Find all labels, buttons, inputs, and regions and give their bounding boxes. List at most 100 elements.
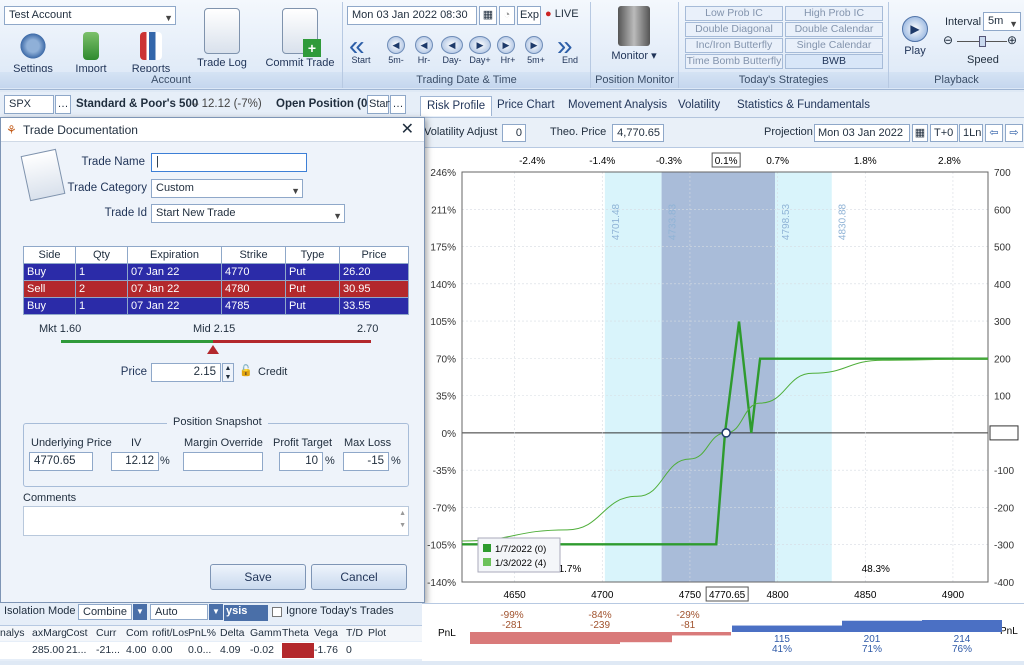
ignore-checkbox[interactable] [272,607,282,617]
calendar-icon[interactable]: ▦ [479,6,497,25]
interval-select[interactable]: 5m ▼ [983,12,1021,31]
t0-button[interactable]: T+0 [930,124,958,142]
projection-date-field[interactable]: Mon 03 Jan 2022 [814,124,910,142]
calendar-icon[interactable]: ▦ [912,124,928,142]
forward-hr-icon[interactable]: ▶ [497,36,515,54]
commit-trade-button[interactable]: + Commit Trade [262,8,338,69]
arrow-left-icon[interactable]: ⇦ [985,124,1003,142]
tab-movement-analysis[interactable]: Movement Analysis [562,96,673,116]
symbol-lookup-button[interactable]: … [55,95,71,114]
open-position-menu-button[interactable]: … [390,95,406,114]
col-type: Type [285,246,340,264]
theo-price-input[interactable]: 4,770.65 [612,124,664,142]
profit-target-input[interactable]: 10 [279,452,323,471]
auto-select[interactable]: Auto [150,604,208,620]
strategy-double-diagonal[interactable]: Double Diagonal [685,22,783,37]
trade-log-button[interactable]: Trade Log [190,8,254,69]
top-pct-tick: 1.8% [854,156,877,167]
col-strike: Strike [221,246,286,264]
back-hr-icon[interactable]: ◀ [415,36,433,54]
exp-button[interactable]: Exp [517,6,541,25]
monitor-button[interactable]: Monitor ▾ [601,6,667,62]
table-row[interactable]: Buy 1 07 Jan 22 4770 Put 26.20 [23,263,409,281]
volatility-adjust-input[interactable]: 0 [502,124,526,142]
iv-input[interactable]: 12.12 [111,452,159,471]
table-row[interactable]: Sell 2 07 Jan 22 4780 Put 30.95 [23,280,409,298]
tab-risk-profile[interactable]: Risk Profile [420,96,493,116]
speed-thumb[interactable] [979,36,986,47]
strategy-single-calendar[interactable]: Single Calendar [785,38,883,53]
cell-qty: 1 [75,263,128,281]
trade-name-input[interactable]: | [151,153,307,172]
nav-end: End [561,55,578,65]
trade-id-select[interactable]: Start New Trade ▼ [151,204,345,223]
start-select[interactable]: Start [367,95,392,114]
y-left-tick: 0% [442,429,457,440]
strategy-iron-butterfly[interactable]: Inc/Iron Butterfly [685,38,783,53]
y-left-tick: 105% [430,317,456,328]
price-slider[interactable] [61,339,371,354]
cell-price: 26.20 [339,263,409,281]
strategy-double-calendar[interactable]: Double Calendar [785,22,883,37]
cell-side: Buy [23,263,76,281]
strategy-high-prob-ic[interactable]: High Prob IC [785,6,883,21]
one-line-button[interactable]: 1Ln [959,124,983,142]
price-spinner[interactable]: ▲ ▼ [222,363,234,382]
commit-trade-label: Commit Trade [265,57,335,69]
top-pct-tick: 0.7% [766,156,789,167]
back-day-icon[interactable]: ◀ [441,36,463,54]
trading-date-group-title: Trading Date & Time [343,72,590,88]
slider-marker-icon[interactable] [207,345,219,354]
combine-select[interactable]: Combine [78,604,132,620]
live-button[interactable]: ● LIVE [545,8,579,20]
trading-date-field[interactable]: Mon 03 Jan 2022 08:30 [347,6,477,25]
y-left-tick: 70% [436,354,456,365]
chevron-down-icon[interactable]: ▼ [133,604,147,620]
forward-day-icon[interactable]: ▶ [469,36,491,54]
settings-button[interactable]: Settings [8,32,58,75]
play-button[interactable]: ▶ Play [897,16,933,57]
lock-icon[interactable]: 🔓 [239,364,253,377]
cancel-button[interactable]: Cancel [311,564,407,590]
chevron-down-icon[interactable]: ▼ [209,604,223,620]
table-row[interactable]: Buy 1 07 Jan 22 4785 Put 33.55 [23,297,409,315]
underlying-price-input[interactable]: 4770.65 [29,452,93,471]
strategy-time-bomb-butterfly[interactable]: Time Bomb Butterfly [685,54,783,69]
interval-value: 5m [988,15,1004,27]
margin-override-input[interactable] [183,452,263,471]
pnl-neg-val: -81 [681,620,696,631]
speed-slider[interactable]: ⊖ ⊕ [943,33,1021,48]
tab-price-chart[interactable]: Price Chart [491,96,561,116]
analysis-tab[interactable]: ysis [224,605,268,621]
cell-side: Buy [23,297,76,315]
analysis-col-header: Theta [282,627,309,639]
strategy-low-prob-ic[interactable]: Low Prob IC [685,6,783,21]
legend-label-expiration: 1/7/2022 (0) [495,544,546,555]
symbol-field[interactable]: SPX [4,95,54,114]
cell-expiration: 07 Jan 22 [127,280,222,298]
back-5m-icon[interactable]: ◀ [387,36,405,54]
price-input[interactable]: 2.15 [151,363,221,382]
account-select[interactable]: Test Account ▼ [4,6,176,25]
position-monitor-group: Monitor ▾ Position Monitor [591,2,679,88]
risk-profile-chart[interactable]: 4701.48 4733.83 4798.53 4830.88246% 700211% 6… [422,148,1024,608]
trade-category-select[interactable]: Custom ▼ [151,179,303,198]
strategy-bwb[interactable]: BWB [785,54,883,69]
tab-volatility[interactable]: Volatility [672,96,726,116]
clock-icon[interactable]: ◔ [499,6,515,25]
dialog-title-bar: ⚘ Trade Documentation ✕ [1,118,424,142]
import-button[interactable]: Import [68,32,114,75]
save-button[interactable]: Save [210,564,306,590]
position-snapshot-title: Position Snapshot [167,416,268,428]
forward-5m-icon[interactable]: ▶ [525,36,543,54]
underlying-price-label: Underlying Price [31,437,112,449]
close-icon[interactable]: ✕ [401,118,414,142]
tab-statistics-fundamentals[interactable]: Statistics & Fundamentals [731,96,876,116]
cell-qty: 2 [75,280,128,298]
comments-textarea[interactable]: ▲ ▼ [23,506,409,536]
scroll-arrows-icon[interactable]: ▲ ▼ [399,508,406,532]
arrow-right-icon[interactable]: ⇨ [1005,124,1023,142]
reports-button[interactable]: Reports [126,32,176,75]
profit-target-pct: % [325,455,335,467]
max-loss-input[interactable]: -15 [343,452,389,471]
